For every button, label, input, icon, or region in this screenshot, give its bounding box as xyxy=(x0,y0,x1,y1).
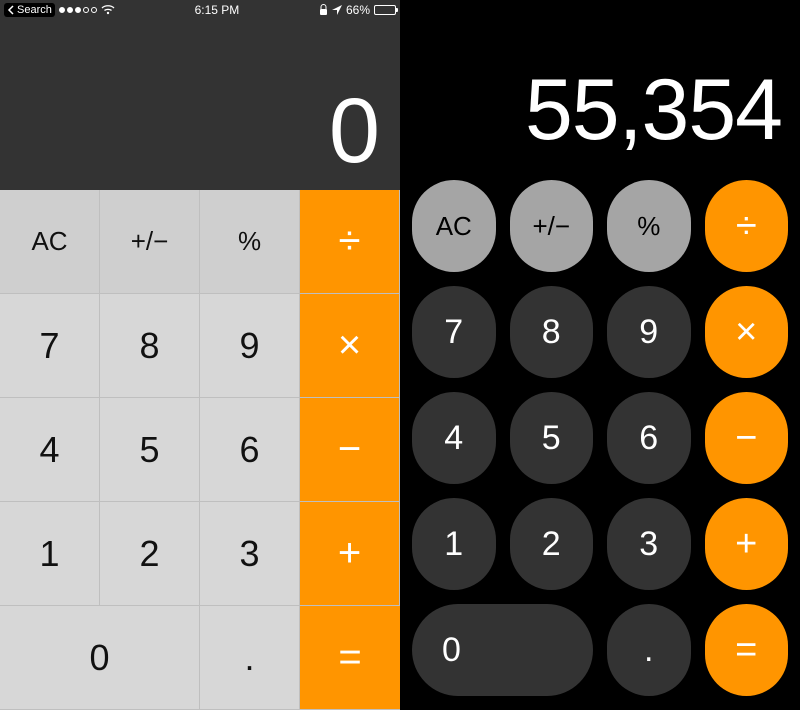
back-to-search[interactable]: Search xyxy=(4,3,55,17)
digit-8-button[interactable]: 8 xyxy=(100,294,200,398)
sign-button[interactable]: +/− xyxy=(510,180,594,272)
digit-3-button[interactable]: 3 xyxy=(607,498,691,590)
digit-2-button[interactable]: 2 xyxy=(100,502,200,606)
wifi-icon xyxy=(101,5,115,15)
digit-9-button[interactable]: 9 xyxy=(200,294,300,398)
digit-4-button[interactable]: 4 xyxy=(0,398,100,502)
status-right: 66% xyxy=(319,3,396,17)
clear-button[interactable]: AC xyxy=(412,180,496,272)
digit-9-button[interactable]: 9 xyxy=(607,286,691,378)
lock-icon xyxy=(319,4,328,16)
calculator-ios11: 55,354 AC +/− % ÷ 7 8 9 × 4 5 6 − 1 2 3 … xyxy=(400,0,800,710)
multiply-button[interactable]: × xyxy=(300,294,400,398)
divide-button[interactable]: ÷ xyxy=(705,180,789,272)
digit-6-button[interactable]: 6 xyxy=(607,392,691,484)
decimal-button[interactable]: . xyxy=(200,606,300,710)
equals-button[interactable]: = xyxy=(705,604,789,696)
digit-7-button[interactable]: 7 xyxy=(0,294,100,398)
digit-7-button[interactable]: 7 xyxy=(412,286,496,378)
display: 0 xyxy=(0,20,400,190)
digit-1-button[interactable]: 1 xyxy=(412,498,496,590)
battery-icon xyxy=(374,5,396,15)
divide-button[interactable]: ÷ xyxy=(300,190,400,294)
digit-3-button[interactable]: 3 xyxy=(200,502,300,606)
minus-button[interactable]: − xyxy=(705,392,789,484)
back-label: Search xyxy=(17,4,52,16)
keypad: AC +/− % ÷ 7 8 9 × 4 5 6 − 1 2 3 + 0 . = xyxy=(412,180,788,696)
decimal-button[interactable]: . xyxy=(607,604,691,696)
minus-button[interactable]: − xyxy=(300,398,400,502)
plus-button[interactable]: + xyxy=(705,498,789,590)
status-left: Search xyxy=(4,3,115,17)
battery-percent: 66% xyxy=(346,3,370,17)
chevron-left-icon xyxy=(7,5,15,15)
digit-6-button[interactable]: 6 xyxy=(200,398,300,502)
digit-8-button[interactable]: 8 xyxy=(510,286,594,378)
digit-1-button[interactable]: 1 xyxy=(0,502,100,606)
sign-button[interactable]: +/− xyxy=(100,190,200,294)
digit-2-button[interactable]: 2 xyxy=(510,498,594,590)
status-bar: Search 6:15 PM 66% xyxy=(0,0,400,20)
digit-5-button[interactable]: 5 xyxy=(510,392,594,484)
clear-button[interactable]: AC xyxy=(0,190,100,294)
percent-button[interactable]: % xyxy=(607,180,691,272)
digit-5-button[interactable]: 5 xyxy=(100,398,200,502)
digit-4-button[interactable]: 4 xyxy=(412,392,496,484)
multiply-button[interactable]: × xyxy=(705,286,789,378)
calculator-ios10: Search 6:15 PM 66% 0 AC +/− % ÷ 7 8 9 × xyxy=(0,0,400,710)
digit-0-button[interactable]: 0 xyxy=(0,606,200,710)
keypad: AC +/− % ÷ 7 8 9 × 4 5 6 − 1 2 3 + 0 . = xyxy=(0,190,400,710)
plus-button[interactable]: + xyxy=(300,502,400,606)
equals-button[interactable]: = xyxy=(300,606,400,710)
location-icon xyxy=(332,5,342,15)
display: 55,354 xyxy=(412,10,788,180)
digit-0-button[interactable]: 0 xyxy=(412,604,593,696)
percent-button[interactable]: % xyxy=(200,190,300,294)
cellular-signal-icon xyxy=(59,7,97,13)
status-time: 6:15 PM xyxy=(195,3,240,17)
